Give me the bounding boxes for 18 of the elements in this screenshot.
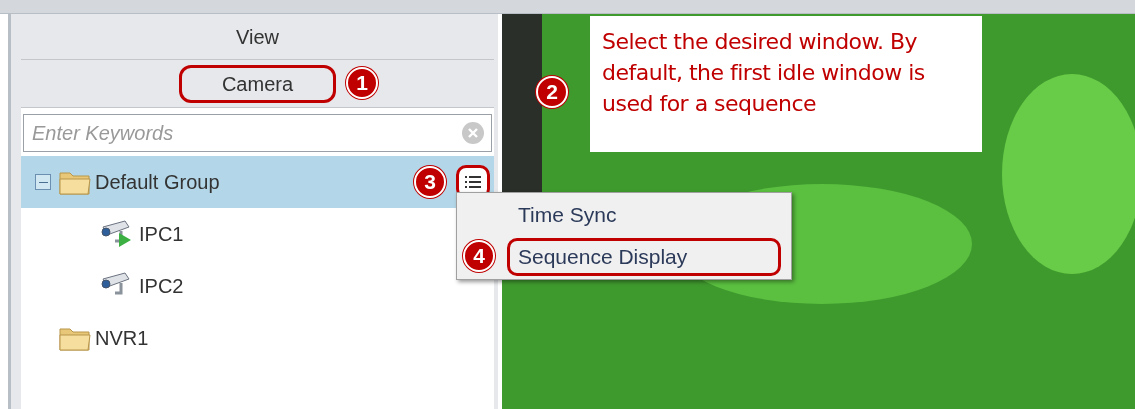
tree-item-label: Default Group (95, 170, 220, 195)
menu-item[interactable]: Time Sync (507, 196, 781, 234)
folder-icon (59, 325, 91, 351)
step-number-badge: 3 (414, 166, 446, 198)
list-icon (464, 176, 482, 188)
tree-row[interactable]: Default Group 3 (21, 156, 494, 208)
camera-tab[interactable]: Camera (178, 64, 337, 103)
search-field[interactable]: Enter Keywords (23, 114, 492, 152)
menu-item[interactable]: Sequence Display (507, 238, 781, 276)
tree-item-label: NVR1 (95, 326, 149, 351)
folder-icon (59, 169, 91, 195)
tree-item-label: IPC2 (139, 274, 184, 299)
collapse-icon[interactable] (35, 174, 51, 190)
tree-item-label: IPC1 (139, 222, 184, 247)
view-header: View (21, 14, 494, 60)
callout-text: Select the desired window. By default, the first idle window is used for a sequence (602, 28, 926, 118)
step-number-badge: 1 (346, 67, 378, 99)
step-number-badge: 4 (463, 240, 495, 272)
